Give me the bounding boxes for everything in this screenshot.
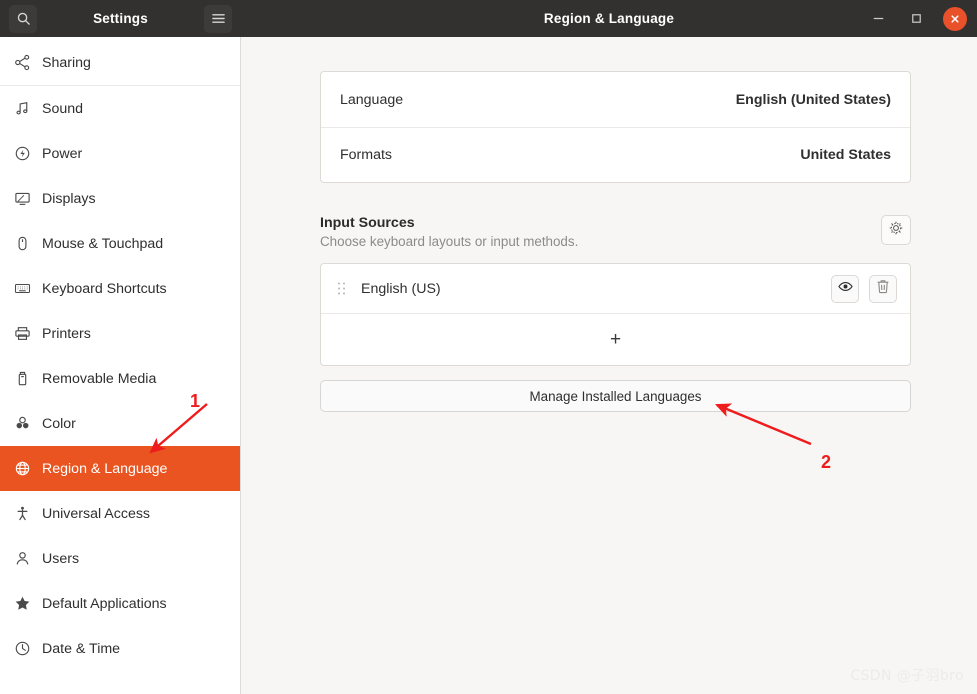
input-source-actions (831, 274, 897, 303)
main-content: Language English (United States) Formats… (241, 37, 977, 694)
eye-icon (837, 280, 853, 298)
sidebar-item-region-language[interactable]: Region & Language (0, 446, 240, 491)
maximize-button[interactable] (905, 8, 927, 30)
sidebar-item-users[interactable]: Users (0, 536, 240, 581)
globe-icon (14, 460, 40, 477)
preview-layout-button[interactable] (831, 274, 859, 303)
sidebar-item-label: Default Applications (42, 595, 167, 612)
sidebar-nav: Sharing Sound Power Displays Mouse & Tou… (0, 37, 241, 694)
search-icon (16, 11, 31, 26)
menu-button[interactable] (204, 4, 232, 33)
sidebar-item-default-applications[interactable]: Default Applications (0, 581, 240, 626)
printer-icon (14, 325, 40, 342)
settings-window: Settings Region & Language Sharing Sound… (0, 0, 977, 694)
sidebar-item-label: Date & Time (42, 640, 121, 657)
sidebar-item-label: Displays (42, 190, 96, 207)
sidebar-item-printers[interactable]: Printers (0, 311, 240, 356)
input-sources-options-button[interactable] (881, 215, 911, 245)
remove-source-button[interactable] (869, 274, 897, 303)
language-row[interactable]: Language English (United States) (321, 72, 910, 127)
sidebar-item-label: Removable Media (42, 370, 157, 387)
share-nodes-icon (14, 54, 40, 71)
window-controls (867, 6, 967, 31)
usb-drive-icon (14, 370, 40, 387)
trash-icon (876, 279, 890, 299)
formats-value: United States (800, 147, 891, 163)
sidebar-item-displays[interactable]: Displays (0, 176, 240, 221)
sidebar-item-sound[interactable]: Sound (0, 86, 240, 131)
watermark: CSDN @子羽bro (850, 668, 964, 684)
sidebar-item-mouse-touchpad[interactable]: Mouse & Touchpad (0, 221, 240, 266)
music-note-icon (14, 100, 40, 117)
sidebar-item-label: Users (42, 550, 80, 567)
star-icon (14, 595, 40, 612)
sidebar-item-color[interactable]: Color (0, 401, 240, 446)
input-sources-header: Input Sources Choose keyboard layouts or… (320, 215, 911, 249)
annotation-number-2: 2 (821, 452, 832, 472)
input-sources-title: Input Sources (320, 215, 415, 231)
input-sources-list: English (US) + (320, 263, 911, 366)
sidebar-item-power[interactable]: Power (0, 131, 240, 176)
add-input-source-button[interactable]: + (321, 313, 910, 365)
sidebar-item-label: Mouse & Touchpad (42, 235, 164, 252)
gear-icon (888, 220, 904, 241)
formats-label: Formats (340, 147, 393, 163)
sidebar-item-keyboard-shortcuts[interactable]: Keyboard Shortcuts (0, 266, 240, 311)
monitor-icon (14, 190, 40, 207)
input-source-row[interactable]: English (US) (321, 264, 910, 313)
power-bolt-icon (14, 145, 40, 162)
color-circles-icon (14, 415, 40, 432)
sidebar-item-label: Region & Language (42, 460, 168, 477)
sidebar-item-removable-media[interactable]: Removable Media (0, 356, 240, 401)
formats-row[interactable]: Formats United States (321, 127, 910, 182)
clock-icon (14, 640, 40, 657)
user-icon (14, 550, 40, 567)
sidebar-item-sharing[interactable]: Sharing (0, 40, 240, 85)
sidebar-item-label: Sharing (42, 54, 91, 71)
title-bar: Settings Region & Language (0, 0, 977, 37)
plus-icon: + (609, 328, 622, 350)
sidebar-item-label: Power (42, 145, 83, 162)
keyboard-icon (14, 280, 40, 297)
manage-installed-languages-button[interactable]: Manage Installed Languages (320, 380, 911, 412)
minimize-button[interactable] (867, 8, 889, 30)
sidebar-item-label: Sound (42, 100, 84, 117)
sidebar-item-date-time[interactable]: Date & Time (0, 626, 240, 671)
drag-handle-icon[interactable] (335, 281, 347, 296)
content-header: Region & Language (241, 0, 977, 37)
sidebar-item-label: Keyboard Shortcuts (42, 280, 167, 297)
sidebar-item-label: Universal Access (42, 505, 151, 522)
hamburger-menu-icon (211, 12, 226, 25)
accessibility-person-icon (14, 505, 40, 522)
input-sources-subtitle: Choose keyboard layouts or input methods… (320, 234, 579, 249)
mouse-icon (14, 235, 40, 252)
input-sources-heading-text: Input Sources Choose keyboard layouts or… (320, 215, 578, 249)
sidebar-item-label: Printers (42, 325, 91, 342)
close-button[interactable] (943, 6, 967, 31)
language-value: English (United States) (735, 91, 891, 108)
sidebar-item-universal-access[interactable]: Universal Access (0, 491, 240, 536)
sidebar-item-label: Color (42, 415, 76, 432)
annotation-number-1: 1 (190, 391, 201, 411)
language-label: Language (340, 91, 404, 108)
sidebar-header: Settings (0, 0, 241, 37)
manage-installed-languages-label: Manage Installed Languages (529, 388, 702, 404)
language-settings-card: Language English (United States) Formats… (320, 71, 911, 183)
search-button[interactable] (9, 4, 37, 33)
input-source-name: English (US) (361, 280, 441, 297)
